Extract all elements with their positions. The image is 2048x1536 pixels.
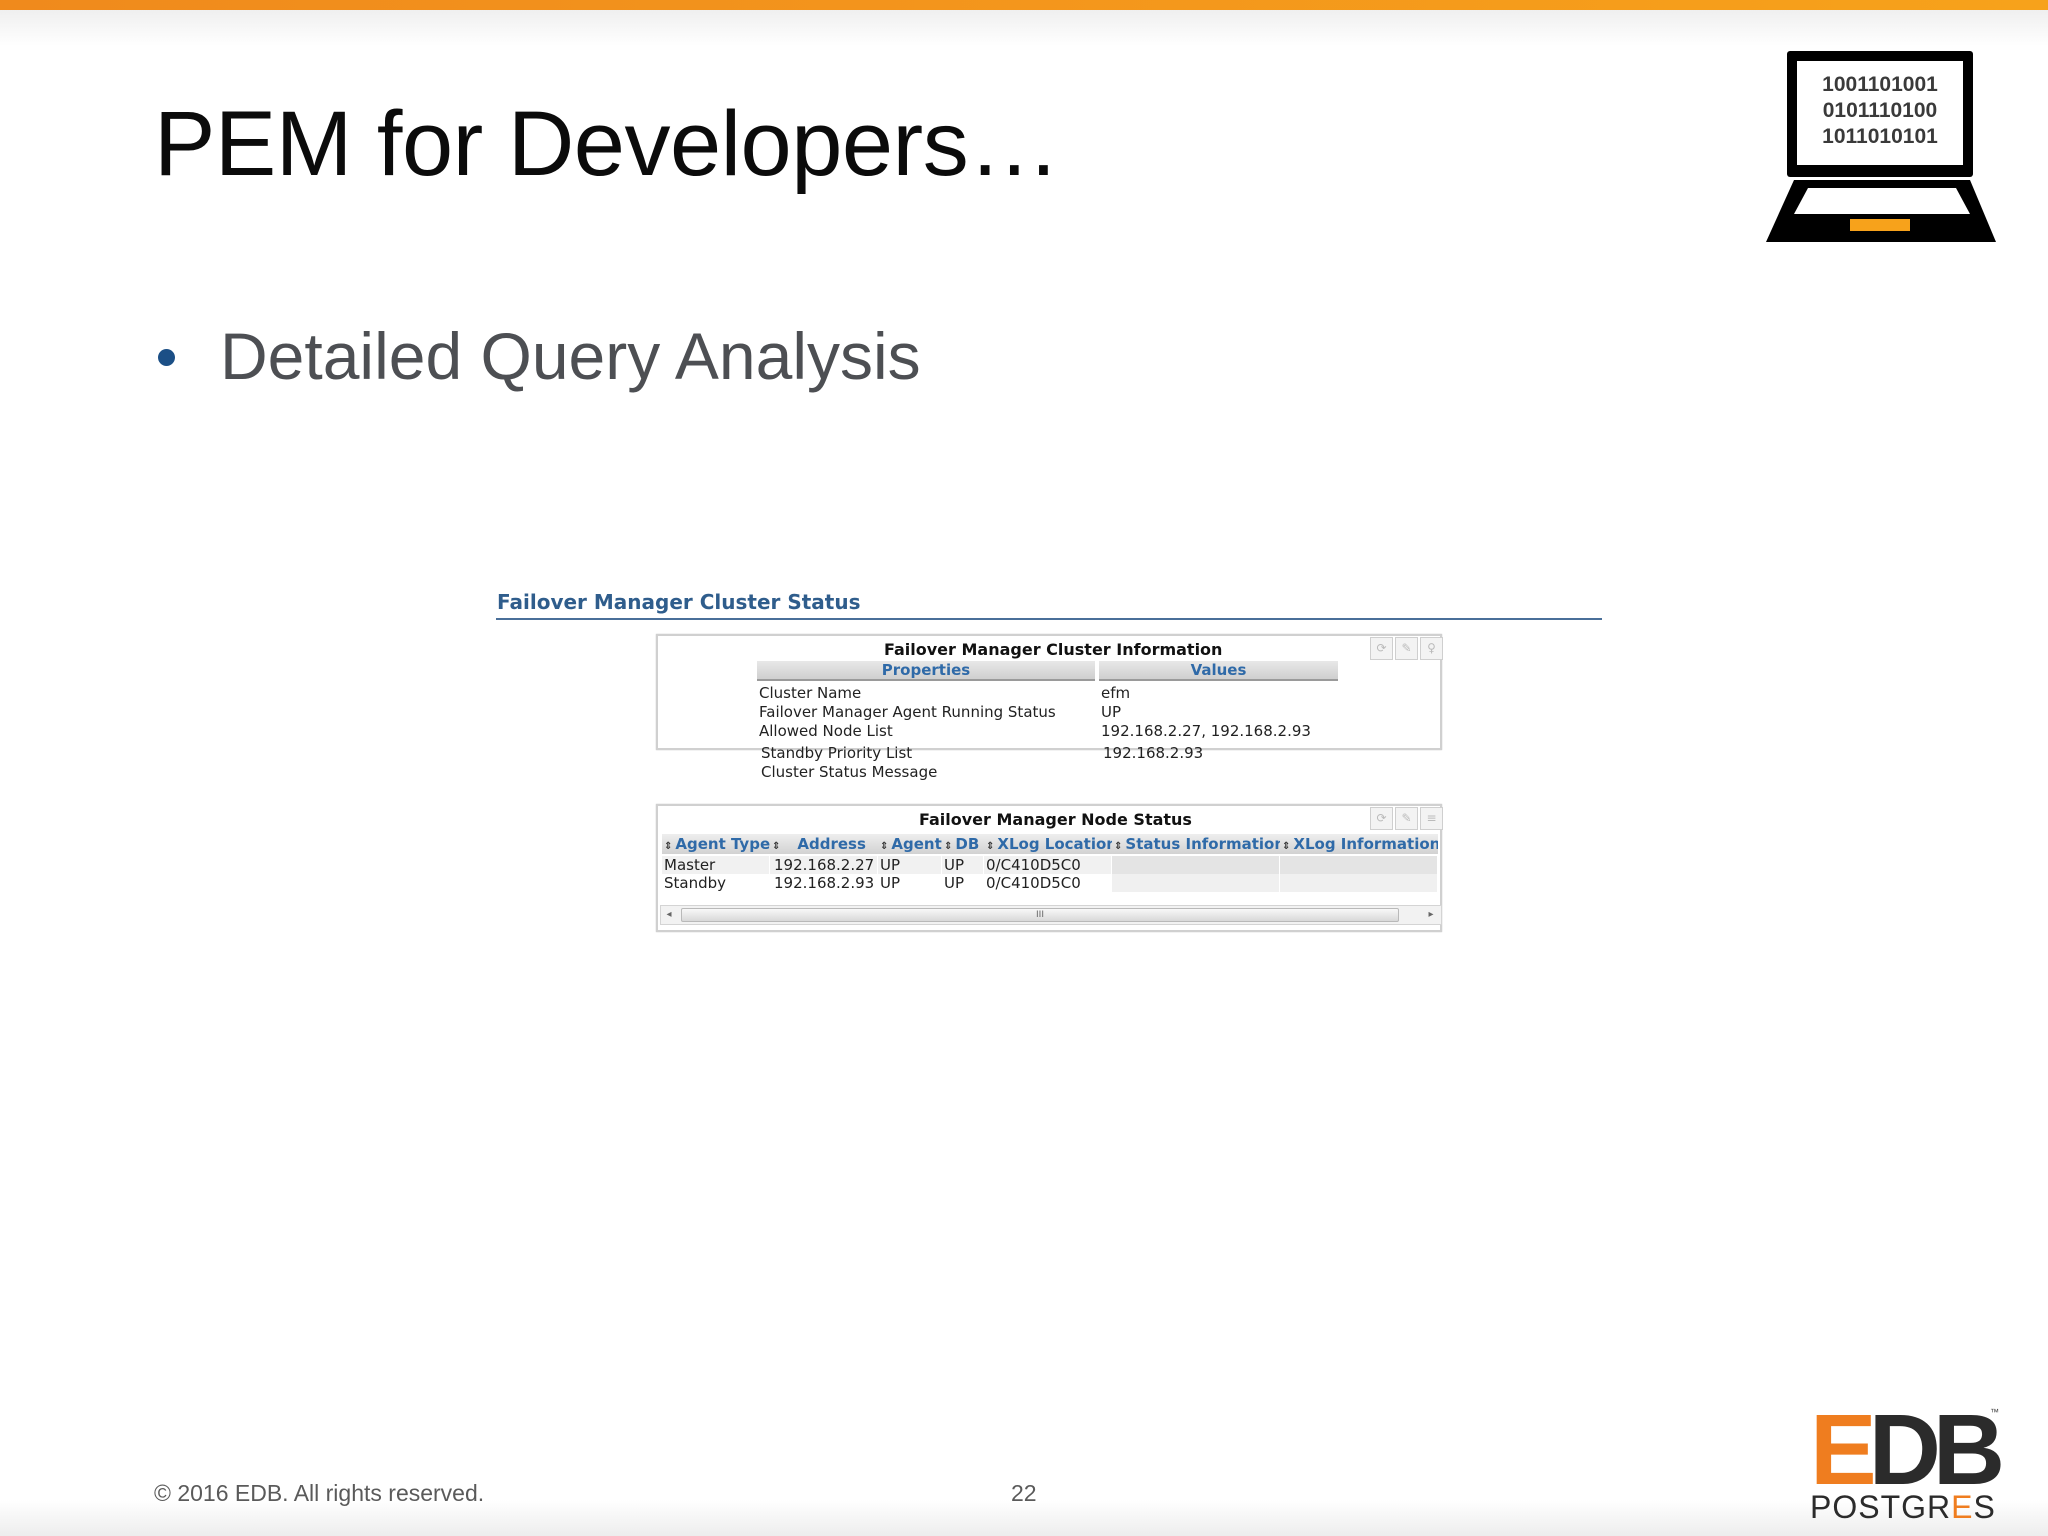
horizontal-scrollbar[interactable]: ◂ III ▸	[660, 905, 1442, 925]
column-header-agent[interactable]: ⇕ Agent	[878, 834, 943, 854]
property-agent-status: Failover Manager Agent Running Status	[759, 703, 1056, 721]
scroll-right-arrow-icon[interactable]: ▸	[1423, 906, 1439, 924]
cell-agent-type: Master	[662, 856, 770, 874]
bullet-marker	[158, 349, 175, 366]
node-status-title: Failover Manager Node Status	[919, 810, 1192, 829]
cluster-info-toolbar: ⟳ ✎ ♀	[1370, 637, 1443, 660]
cell-xlog-information	[1280, 856, 1438, 874]
property-standby-priority: Standby Priority List	[761, 744, 913, 762]
node-status-panel: Failover Manager Node Status ⟳ ✎ ≡ ⇕ Agen…	[656, 804, 1443, 932]
edb-postgres-logo: EDB ™ POSTGRES	[1808, 1394, 2005, 1525]
value-cluster-name: efm	[1101, 684, 1131, 702]
cell-xlog-location: 0/C410D5C0	[984, 874, 1112, 892]
cell-status-information	[1112, 856, 1280, 874]
refresh-icon[interactable]: ⟳	[1370, 807, 1393, 830]
column-header-values[interactable]: Values	[1099, 661, 1338, 681]
cluster-info-panel: Failover Manager Cluster Information ⟳ ✎…	[656, 634, 1443, 750]
column-header-xlog-information[interactable]: ⇕ XLog Information	[1280, 834, 1439, 854]
slide-title: PEM for Developers…	[154, 93, 1060, 195]
cell-agent-type: Standby	[662, 874, 770, 892]
cell-status-information	[1112, 874, 1280, 892]
logo-trademark: ™	[1990, 1407, 1999, 1417]
property-cluster-status-message: Cluster Status Message	[761, 763, 938, 781]
scroll-left-arrow-icon[interactable]: ◂	[661, 906, 677, 924]
column-header-xlog-location[interactable]: ⇕ XLog Location	[984, 834, 1113, 854]
grid-icon[interactable]: ≡	[1420, 807, 1443, 830]
footer-copyright: © 2016 EDB. All rights reserved.	[154, 1480, 485, 1506]
column-header-status-information[interactable]: ⇕ Status Information	[1112, 834, 1281, 854]
column-header-agent-type[interactable]: ⇕ Agent Type	[662, 834, 771, 854]
bullet-item: Detailed Query Analysis	[220, 319, 921, 393]
column-header-address[interactable]: ⇕ Address	[770, 834, 879, 854]
cell-xlog-location: 0/C410D5C0	[984, 856, 1112, 874]
section-divider	[496, 618, 1602, 620]
cell-address: 192.168.2.27	[770, 856, 878, 874]
logo-subtitle: POSTGRES	[1810, 1489, 1996, 1525]
value-standby-priority: 192.168.2.93	[1103, 744, 1204, 762]
table-row-standby[interactable]: Standby 192.168.2.93 UP UP 0/C410D5C0	[662, 874, 1438, 892]
cell-db: UP	[942, 856, 984, 874]
pem-dashboard-screenshot: Failover Manager Cluster Status Failover…	[496, 588, 1604, 933]
binary-line-2: 0101110100	[1823, 99, 1937, 122]
node-status-table: ⇕ Agent Type ⇕ Address ⇕ Agent ⇕ DB ⇕ XLog Lo…	[662, 834, 1439, 894]
laptop-icon: 1001101001 0101110100 1011010101	[1766, 51, 1996, 242]
value-allowed-nodes: 192.168.2.27, 192.168.2.93	[1101, 722, 1311, 740]
cell-db: UP	[942, 874, 984, 892]
property-cluster-name: Cluster Name	[759, 684, 862, 702]
page-number: 22	[1011, 1480, 1037, 1506]
cell-agent: UP	[878, 856, 942, 874]
table-row-master[interactable]: Master 192.168.2.27 UP UP 0/C410D5C0	[662, 856, 1438, 874]
node-status-toolbar: ⟳ ✎ ≡	[1370, 807, 1443, 830]
column-header-db[interactable]: ⇕ DB	[942, 834, 985, 854]
value-agent-status: UP	[1101, 703, 1122, 721]
top-accent-bar	[0, 0, 2048, 10]
header-fade	[0, 10, 2048, 46]
wrench-icon[interactable]: ✎	[1395, 637, 1418, 660]
lightbulb-icon[interactable]: ♀	[1420, 637, 1443, 660]
scrollbar-thumb[interactable]: III	[681, 908, 1399, 922]
cluster-info-title: Failover Manager Cluster Information	[884, 640, 1223, 659]
cell-xlog-information	[1280, 874, 1438, 892]
cell-address: 192.168.2.93	[770, 874, 878, 892]
cell-agent: UP	[878, 874, 942, 892]
wrench-icon[interactable]: ✎	[1395, 807, 1418, 830]
property-allowed-nodes: Allowed Node List	[759, 722, 893, 740]
binary-line-1: 1001101001	[1822, 73, 1938, 96]
refresh-icon[interactable]: ⟳	[1370, 637, 1393, 660]
column-header-properties[interactable]: Properties	[757, 661, 1095, 681]
binary-line-3: 1011010101	[1822, 125, 1938, 148]
section-title: Failover Manager Cluster Status	[497, 590, 861, 614]
